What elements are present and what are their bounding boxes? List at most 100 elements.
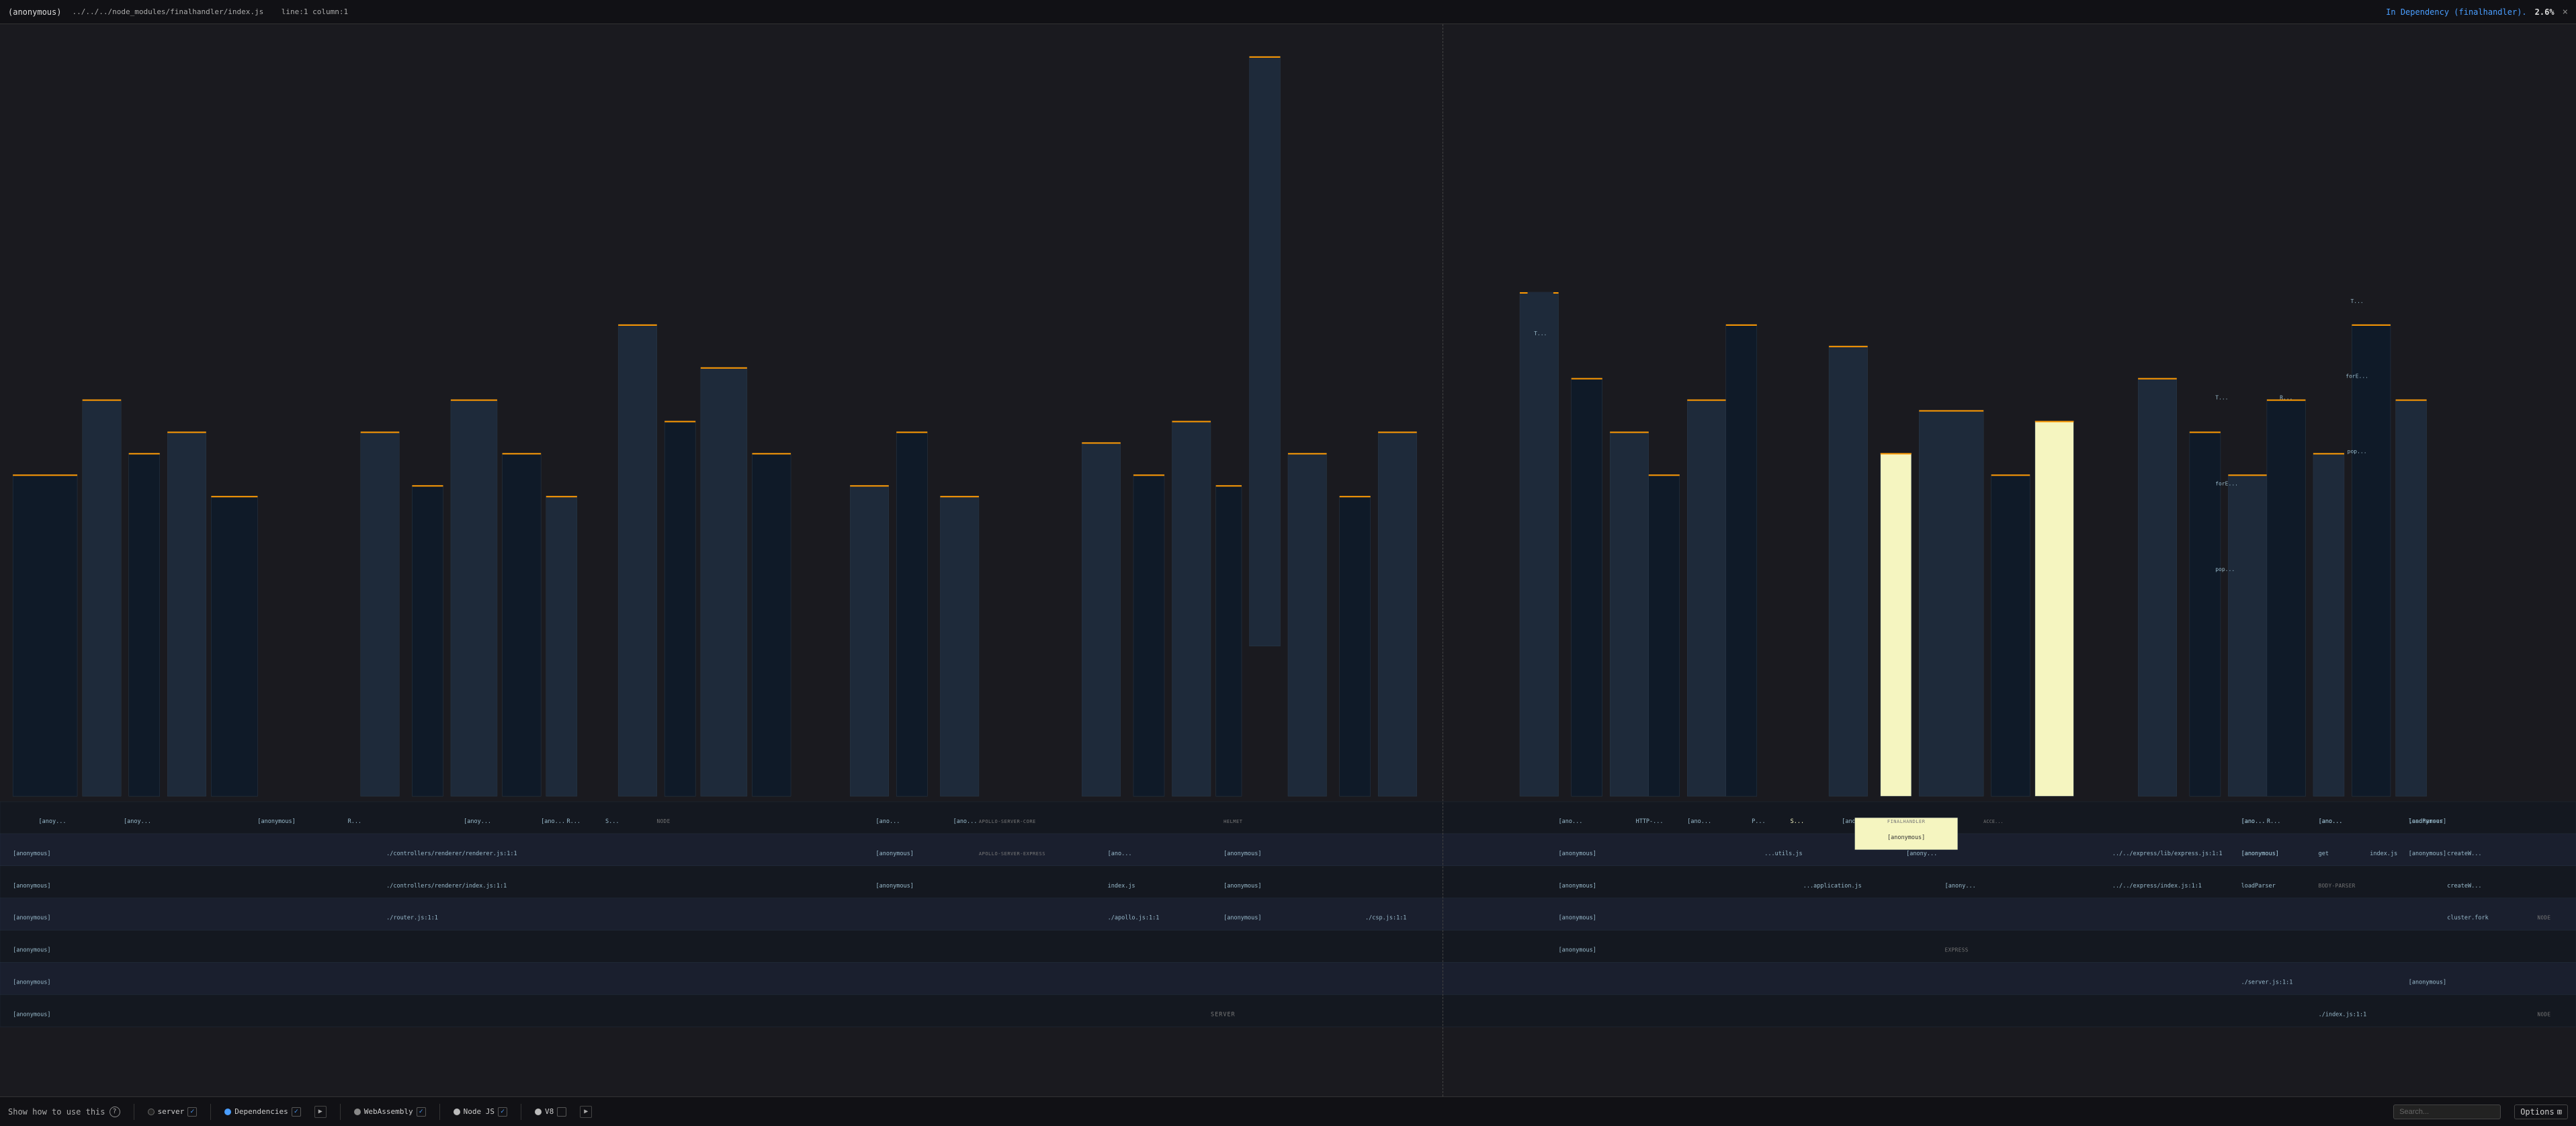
svg-text:./controllers/renderer/index.j: ./controllers/renderer/index.js:1:1 xyxy=(386,883,507,890)
dependencies-label: Dependencies xyxy=(234,1107,288,1116)
flame-chart-svg[interactable]: T... T... forE... pop... xyxy=(0,24,2576,1096)
options-icon: ⊞ xyxy=(2557,1107,2562,1117)
svg-text:ACCE...: ACCE... xyxy=(1983,819,2004,824)
svg-text:[anonymous]: [anonymous] xyxy=(13,1011,50,1018)
svg-text:[anonymous]: [anonymous] xyxy=(876,851,914,857)
help-icon: ? xyxy=(110,1107,120,1117)
toolbar-divider-3 xyxy=(340,1104,341,1120)
more-filters-button[interactable]: ▶ xyxy=(580,1106,592,1118)
svg-text:[anonymous]: [anonymous] xyxy=(13,851,50,857)
svg-text:./apollo.js:1:1: ./apollo.js:1:1 xyxy=(1108,915,1160,922)
dependencies-expand-button[interactable]: ▶ xyxy=(314,1106,327,1118)
filter-v8[interactable]: V8 xyxy=(535,1107,566,1117)
svg-text:forE...: forE... xyxy=(2346,374,2368,380)
svg-text:...utils.js: ...utils.js xyxy=(1764,851,1802,857)
svg-text:get: get xyxy=(2319,851,2329,857)
svg-text:NODE: NODE xyxy=(2537,1011,2550,1017)
svg-text:NODE: NODE xyxy=(2537,915,2550,921)
svg-text:T...: T... xyxy=(1534,331,1547,337)
svg-text:[anonymous]: [anonymous] xyxy=(1559,947,1596,954)
dependencies-checkbox[interactable] xyxy=(292,1107,301,1117)
svg-text:../../express/lib/express.js:1: ../../express/lib/express.js:1:1 xyxy=(2112,851,2223,857)
server-dot xyxy=(148,1109,155,1115)
svg-text:[anonymous]: [anonymous] xyxy=(1559,915,1596,922)
show-how-button[interactable]: Show how to use this ? xyxy=(8,1107,120,1117)
svg-text:EXPRESS: EXPRESS xyxy=(1945,947,1969,953)
svg-text:loadParser: loadParser xyxy=(2241,883,2276,890)
percentage-badge: 2.6% xyxy=(2535,7,2554,17)
top-bar: (anonymous) ../../../node_modules/finalh… xyxy=(0,0,2576,24)
svg-text:[anonymous]: [anonymous] xyxy=(1559,851,1596,857)
svg-text:[anonymous]: [anonymous] xyxy=(1559,883,1596,890)
svg-text:./csp.js:1:1: ./csp.js:1:1 xyxy=(1365,915,1406,922)
svg-text:./index.js:1:1: ./index.js:1:1 xyxy=(2319,1011,2367,1018)
svg-text:pop...: pop... xyxy=(2348,448,2367,454)
flame-graph-area[interactable]: T... T... forE... pop... xyxy=(0,24,2576,1096)
svg-text:[anonymous]: [anonymous] xyxy=(257,818,295,825)
svg-text:[anonymous]: [anonymous] xyxy=(1223,915,1261,922)
svg-text:./router.js:1:1: ./router.js:1:1 xyxy=(386,915,438,922)
filter-dependencies[interactable]: Dependencies xyxy=(224,1107,300,1117)
svg-text:BODY-PARSER: BODY-PARSER xyxy=(2319,883,2356,889)
server-checkbox[interactable] xyxy=(187,1107,197,1117)
svg-text:HTTP-...: HTTP-... xyxy=(1636,818,1664,825)
svg-text:R...: R... xyxy=(348,818,361,825)
svg-text:[anonymous]: [anonymous] xyxy=(13,883,50,890)
bottom-toolbar: Show how to use this ? server Dependenci… xyxy=(0,1096,2576,1126)
svg-text:T...: T... xyxy=(2350,298,2363,304)
svg-text:R...: R... xyxy=(2280,395,2292,401)
toolbar-divider-2 xyxy=(210,1104,211,1120)
options-button[interactable]: Options ⊞ xyxy=(2514,1105,2568,1119)
svg-text:./controllers/renderer/rendere: ./controllers/renderer/renderer.js:1:1 xyxy=(386,851,517,857)
nodejs-checkbox[interactable] xyxy=(498,1107,507,1117)
svg-text:FINALHANDLER: FINALHANDLER xyxy=(1887,819,1926,824)
close-button[interactable]: × xyxy=(2563,7,2568,17)
svg-text:[anoy...: [anoy... xyxy=(124,818,151,825)
svg-text:[anonymous]: [anonymous] xyxy=(1887,834,1925,841)
search-input[interactable] xyxy=(2393,1105,2501,1119)
options-label: Options xyxy=(2520,1107,2554,1117)
svg-text:P...: P... xyxy=(1752,818,1765,825)
show-how-label: Show how to use this xyxy=(8,1107,105,1117)
filter-nodejs[interactable]: Node JS xyxy=(454,1107,507,1117)
toolbar-divider-4 xyxy=(439,1104,440,1120)
v8-checkbox[interactable] xyxy=(557,1107,566,1117)
svg-text:HELMET: HELMET xyxy=(1223,819,1243,824)
svg-text:pop...: pop... xyxy=(2215,566,2235,572)
function-name: (anonymous) xyxy=(8,7,61,17)
svg-text:[anonymous]: [anonymous] xyxy=(2409,979,2446,986)
svg-text:T...: T... xyxy=(2215,395,2228,401)
svg-text:[anonymous]: [anonymous] xyxy=(1223,883,1261,890)
dependencies-dot xyxy=(224,1109,231,1115)
svg-text:APOLLO-SERVER-CORE: APOLLO-SERVER-CORE xyxy=(979,819,1036,824)
dependency-label: In Dependency (finalhandler). xyxy=(2386,7,2527,17)
svg-text:createW...: createW... xyxy=(2447,851,2481,857)
svg-text:forE...: forE... xyxy=(2215,480,2238,486)
svg-text:./server.js:1:1: ./server.js:1:1 xyxy=(2241,979,2293,986)
svg-text:[ano...: [ano... xyxy=(1687,818,1711,825)
server-label: server xyxy=(158,1107,185,1116)
svg-text:[ano...: [ano... xyxy=(876,818,900,825)
svg-text:NODE: NODE xyxy=(657,818,671,824)
svg-text:[anonymous]: [anonymous] xyxy=(2409,818,2446,825)
svg-text:[ano...: [ano... xyxy=(1559,818,1583,825)
v8-label: V8 xyxy=(545,1107,554,1116)
svg-text:[anonymous]: [anonymous] xyxy=(13,915,50,922)
webassembly-label: WebAssembly xyxy=(364,1107,413,1116)
svg-text:[anonymous]: [anonymous] xyxy=(13,979,50,986)
nodejs-dot xyxy=(454,1109,460,1115)
svg-text:[ano...: [ano... xyxy=(953,818,978,825)
svg-text:[ano...: [ano... xyxy=(541,818,565,825)
filter-server[interactable]: server xyxy=(148,1107,198,1117)
svg-text:[ano...: [ano... xyxy=(2319,818,2343,825)
svg-text:[anonymous]: [anonymous] xyxy=(1223,851,1261,857)
svg-text:[anonymous]: [anonymous] xyxy=(876,883,914,890)
filter-webassembly[interactable]: WebAssembly xyxy=(354,1107,426,1117)
svg-text:[ano...: [ano... xyxy=(1108,851,1132,857)
top-bar-left: (anonymous) ../../../node_modules/finalh… xyxy=(8,7,348,17)
svg-text:S...: S... xyxy=(605,818,619,825)
svg-text:R...: R... xyxy=(2267,818,2280,825)
v8-dot xyxy=(535,1109,542,1115)
webassembly-checkbox[interactable] xyxy=(417,1107,426,1117)
svg-text:[anoy...: [anoy... xyxy=(464,818,491,825)
